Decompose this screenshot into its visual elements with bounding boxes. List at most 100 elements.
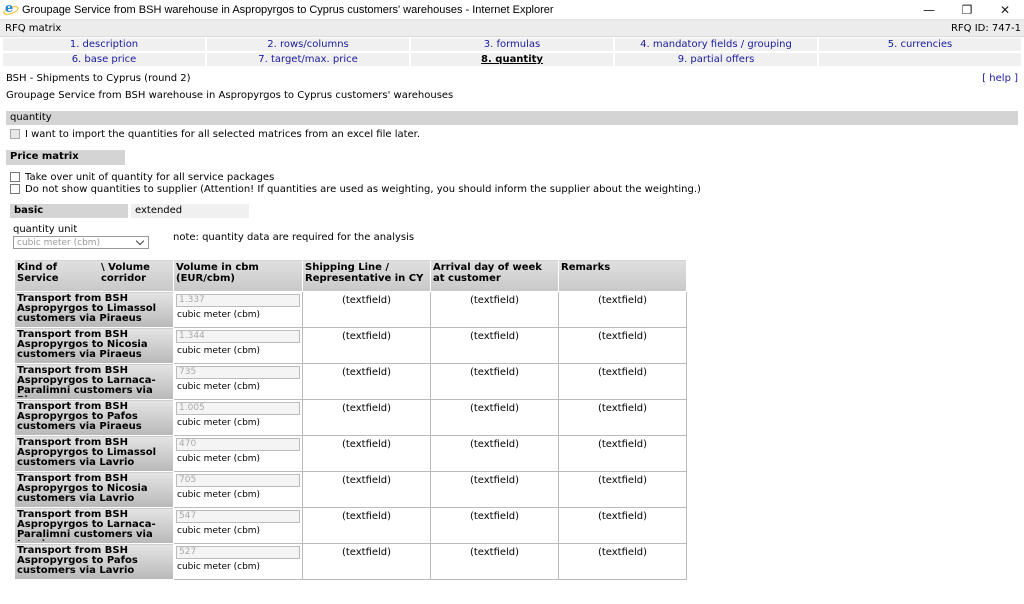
header-shipping-line: Shipping Line / Representative in CY <box>302 259 431 292</box>
matrix-subtabs: basic extended <box>10 204 1024 218</box>
header-remarks: Remarks <box>558 259 687 292</box>
quantity-unit-text: cubic meter (cbm) <box>177 562 261 572</box>
quantity-unit-value: cubic meter (cbm) <box>17 237 101 248</box>
tab-rows-columns[interactable]: 2. rows/columns <box>207 38 409 52</box>
quantity-cell: 527 cubic meter (cbm) <box>173 543 303 580</box>
remarks-textfield: (textfield) <box>558 507 687 544</box>
restore-button[interactable]: ❐ <box>948 0 986 20</box>
quantity-input[interactable]: 1.344 <box>176 330 300 343</box>
arrival-textfield: (textfield) <box>430 291 559 328</box>
arrival-textfield: (textfield) <box>430 471 559 508</box>
quantity-cell: 735 cubic meter (cbm) <box>173 363 303 400</box>
remarks-textfield: (textfield) <box>558 435 687 472</box>
quantity-input[interactable]: 470 <box>176 438 300 451</box>
remarks-textfield: (textfield) <box>558 327 687 364</box>
quantity-unit-text: cubic meter (cbm) <box>177 490 261 500</box>
row-service-label: Transport from BSH Aspropyrgos to Nicosi… <box>14 471 174 508</box>
remarks-textfield: (textfield) <box>558 291 687 328</box>
step-tabs: 1. description 2. rows/columns 3. formul… <box>0 37 1024 68</box>
help-link[interactable]: [ help ] <box>982 73 1018 86</box>
tab-mandatory-fields[interactable]: 4. mandatory fields / grouping <box>615 38 817 52</box>
remarks-textfield: (textfield) <box>558 543 687 580</box>
internet-explorer-icon: e <box>2 1 20 17</box>
tab-description[interactable]: 1. description <box>3 38 205 52</box>
tab-empty <box>819 53 1021 67</box>
tab-formulas[interactable]: 3. formulas <box>411 38 613 52</box>
page-subtitle: Groupage Service from BSH warehouse in A… <box>6 90 454 101</box>
rfq-matrix-label: RFQ matrix <box>5 22 62 34</box>
takeover-unit-row: Take over unit of quantity for all servi… <box>0 171 1024 183</box>
rfq-id: RFQ ID: 747-1 <box>950 22 1021 34</box>
quantity-unit-group: quantity unit cubic meter (cbm) <box>13 224 149 250</box>
quantity-unit-text: cubic meter (cbm) <box>177 346 261 356</box>
quantity-cell: 1.337 cubic meter (cbm) <box>173 291 303 328</box>
quantity-cell: 1.005 cubic meter (cbm) <box>173 399 303 436</box>
quantity-input[interactable]: 705 <box>176 474 300 487</box>
rfq-header: RFQ matrix RFQ ID: 747-1 <box>0 20 1024 37</box>
close-button[interactable]: ✕ <box>986 0 1024 20</box>
quantity-note: note: quantity data are required for the… <box>173 232 415 243</box>
quantity-unit-text: cubic meter (cbm) <box>177 454 261 464</box>
header-kind-of-service: Kind of Service \ Volume corridor <box>14 259 174 292</box>
hide-quantities-row: Do not show quantities to supplier (Atte… <box>0 183 1024 195</box>
quantity-input[interactable]: 1.337 <box>176 294 300 307</box>
price-matrix-table: Kind of Service \ Volume corridor Volume… <box>14 259 687 580</box>
tab-quantity[interactable]: 8. quantity <box>411 53 613 67</box>
page-title: BSH - Shipments to Cyprus (round 2) <box>6 73 191 84</box>
tab-partial-offers[interactable]: 9. partial offers <box>615 53 817 67</box>
quantity-section-title: quantity <box>6 111 1018 125</box>
shipping-textfield: (textfield) <box>302 399 431 436</box>
quantity-input[interactable]: 1.005 <box>176 402 300 415</box>
quantity-input[interactable]: 547 <box>176 510 300 523</box>
arrival-textfield: (textfield) <box>430 363 559 400</box>
import-excel-row: I want to import the quantities for all … <box>0 128 1024 140</box>
quantity-unit-text: cubic meter (cbm) <box>177 418 261 428</box>
header-corridor-label: \ Volume corridor <box>101 262 150 284</box>
window-title: Groupage Service from BSH warehouse in A… <box>22 3 554 16</box>
remarks-textfield: (textfield) <box>558 363 687 400</box>
quantity-unit-select[interactable]: cubic meter (cbm) <box>13 236 149 249</box>
hide-quantities-label: Do not show quantities to supplier (Atte… <box>25 183 701 195</box>
table-row: Transport from BSH Aspropyrgos to Larnac… <box>14 363 687 400</box>
arrival-textfield: (textfield) <box>430 435 559 472</box>
quantity-unit-row: quantity unit cubic meter (cbm) note: qu… <box>13 224 1024 250</box>
header-volume: Volume in cbm (EUR/cbm) <box>173 259 303 292</box>
row-service-label: Transport from BSH Aspropyrgos to Nicosi… <box>14 327 174 364</box>
tab-extended[interactable]: extended <box>131 204 249 218</box>
quantity-unit-text: cubic meter (cbm) <box>177 526 261 536</box>
quantity-unit-label: quantity unit <box>13 224 78 235</box>
import-excel-checkbox[interactable] <box>10 129 20 139</box>
table-row: Transport from BSH Aspropyrgos to Nicosi… <box>14 471 687 508</box>
takeover-unit-checkbox[interactable] <box>10 172 20 182</box>
table-row: Transport from BSH Aspropyrgos to Limass… <box>14 291 687 328</box>
table-row: Transport from BSH Aspropyrgos to Limass… <box>14 435 687 472</box>
quantity-input[interactable]: 735 <box>176 366 300 379</box>
quantity-input[interactable]: 527 <box>176 546 300 559</box>
quantity-cell: 705 cubic meter (cbm) <box>173 471 303 508</box>
shipping-textfield: (textfield) <box>302 471 431 508</box>
shipping-textfield: (textfield) <box>302 507 431 544</box>
header-arrival-day: Arrival day of week at customer <box>430 259 559 292</box>
tab-currencies[interactable]: 5. currencies <box>819 38 1021 52</box>
row-service-label: Transport from BSH Aspropyrgos to Larnac… <box>14 507 174 544</box>
hide-quantities-checkbox[interactable] <box>10 184 20 194</box>
shipping-textfield: (textfield) <box>302 291 431 328</box>
quantity-unit-text: cubic meter (cbm) <box>177 310 261 320</box>
shipping-textfield: (textfield) <box>302 543 431 580</box>
arrival-textfield: (textfield) <box>430 399 559 436</box>
minimize-button[interactable]: — <box>910 0 948 20</box>
window-titlebar: e Groupage Service from BSH warehouse in… <box>0 0 1024 20</box>
remarks-textfield: (textfield) <box>558 399 687 436</box>
quantity-cell: 547 cubic meter (cbm) <box>173 507 303 544</box>
tab-base-price[interactable]: 6. base price <box>3 53 205 67</box>
quantity-unit-text: cubic meter (cbm) <box>177 382 261 392</box>
tab-basic[interactable]: basic <box>10 204 128 218</box>
page-heading-row: BSH - Shipments to Cyprus (round 2) [ he… <box>0 68 1024 86</box>
tab-target-max-price[interactable]: 7. target/max. price <box>207 53 409 67</box>
takeover-unit-label: Take over unit of quantity for all servi… <box>25 171 275 183</box>
table-row: Transport from BSH Aspropyrgos to Larnac… <box>14 507 687 544</box>
shipping-textfield: (textfield) <box>302 363 431 400</box>
quantity-cell: 470 cubic meter (cbm) <box>173 435 303 472</box>
remarks-textfield: (textfield) <box>558 471 687 508</box>
window-controls: — ❐ ✕ <box>910 0 1024 20</box>
